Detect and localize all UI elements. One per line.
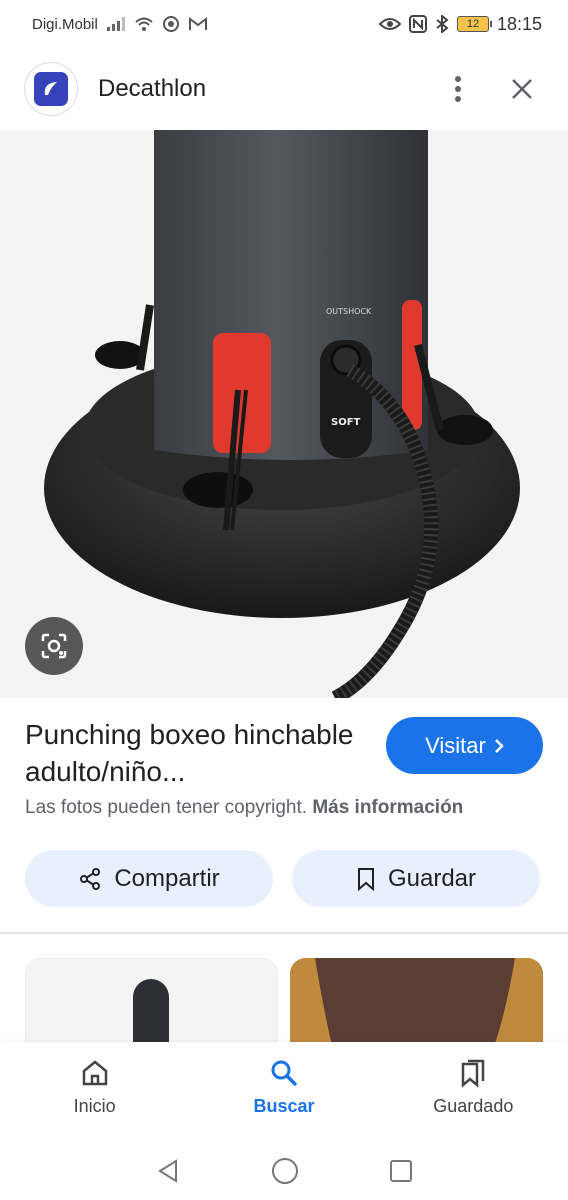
share-label: Compartir bbox=[114, 864, 220, 892]
nfc-icon bbox=[408, 15, 427, 33]
visit-button[interactable]: Visitar bbox=[386, 717, 543, 774]
lens-search-button[interactable] bbox=[25, 617, 83, 675]
recents-icon[interactable] bbox=[389, 1159, 413, 1183]
soft-print: SOFT bbox=[331, 417, 361, 428]
nav-search[interactable]: Buscar bbox=[189, 1042, 378, 1142]
close-button[interactable] bbox=[500, 67, 544, 111]
wifi-icon bbox=[135, 17, 153, 31]
search-icon bbox=[271, 1060, 298, 1087]
decathlon-logo-icon bbox=[34, 72, 68, 106]
site-logo[interactable] bbox=[24, 62, 78, 116]
product-image[interactable]: OUTSHOCK SOFT bbox=[0, 130, 568, 698]
result-title[interactable]: Punching boxeo hinchable adulto/niño... bbox=[25, 716, 365, 790]
app-header: Decathlon bbox=[0, 48, 568, 130]
close-icon bbox=[512, 79, 532, 99]
bluetooth-icon bbox=[436, 15, 449, 33]
more-info-link[interactable]: Más información bbox=[312, 797, 463, 818]
eye-comfort-icon bbox=[378, 18, 401, 30]
google-lens-icon bbox=[41, 633, 67, 659]
punching-bag-illustration: OUTSHOCK SOFT bbox=[0, 130, 568, 698]
home-circle-icon[interactable] bbox=[271, 1157, 299, 1185]
signal-icon bbox=[106, 17, 125, 31]
nav-saved[interactable]: Guardado bbox=[379, 1042, 568, 1142]
more-options-button[interactable] bbox=[436, 67, 480, 111]
site-name: Decathlon bbox=[98, 75, 207, 102]
home-icon bbox=[82, 1060, 107, 1086]
copyright-notice: Las fotos pueden tener copyright. Más in… bbox=[25, 797, 463, 819]
save-label: Guardar bbox=[387, 864, 477, 892]
visit-label: Visitar bbox=[425, 732, 486, 758]
bottom-navigation: Inicio Buscar Guardado bbox=[0, 1042, 568, 1142]
chevron-right-icon bbox=[494, 738, 504, 753]
section-divider bbox=[0, 932, 568, 934]
gmail-icon bbox=[188, 17, 207, 30]
nav-home-label: Inicio bbox=[73, 1096, 116, 1116]
nav-saved-label: Guardado bbox=[433, 1096, 514, 1116]
notification-app-icon bbox=[162, 16, 179, 32]
outshock-print: OUTSHOCK bbox=[326, 307, 372, 316]
system-navigation bbox=[0, 1142, 568, 1200]
back-icon[interactable] bbox=[155, 1158, 181, 1184]
bookmarks-icon bbox=[462, 1059, 485, 1088]
status-right: 12 18:15 bbox=[378, 13, 542, 35]
carrier-name: Digi.Mobil bbox=[32, 15, 98, 33]
battery-icon: 12 bbox=[456, 16, 492, 32]
more-vert-icon bbox=[455, 76, 461, 102]
page: Digi.Mobil 12 18:15 Decathlon OUTSHOCK S… bbox=[0, 0, 568, 1200]
copyright-text: Las fotos pueden tener copyright. bbox=[25, 797, 308, 818]
status-left: Digi.Mobil bbox=[32, 15, 208, 33]
share-icon bbox=[80, 867, 101, 890]
nav-home[interactable]: Inicio bbox=[0, 1042, 189, 1142]
clock: 18:15 bbox=[496, 13, 542, 34]
status-bar: Digi.Mobil 12 18:15 bbox=[0, 0, 568, 48]
bookmark-icon bbox=[357, 867, 374, 891]
share-button[interactable]: Compartir bbox=[25, 850, 273, 907]
nav-search-label: Buscar bbox=[253, 1096, 315, 1116]
save-button[interactable]: Guardar bbox=[292, 850, 540, 907]
